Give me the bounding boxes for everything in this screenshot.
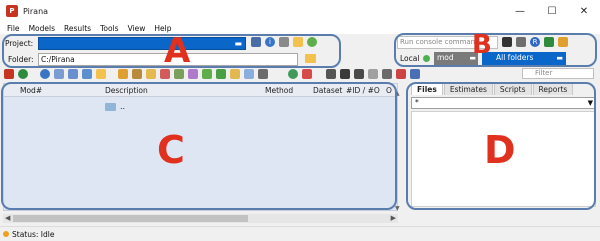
folders-value: All folders (496, 53, 534, 62)
annotation-letter-d: D (484, 128, 516, 172)
delete-icon[interactable] (279, 37, 289, 47)
parent-folder-label: .. (120, 102, 126, 111)
local-label: Local (400, 54, 420, 63)
menu-tools[interactable]: Tools (100, 24, 118, 33)
pirana-window: P Pirana — ☐ ✕ File Models Results Tools… (0, 0, 600, 241)
zip-icon[interactable] (410, 69, 420, 79)
menu-view[interactable]: View (128, 24, 146, 33)
grid-icon[interactable] (68, 69, 78, 79)
status-indicator-icon (3, 231, 9, 237)
project-icons: i (251, 37, 317, 47)
folder-icon (105, 102, 116, 111)
project-row: Project: (5, 36, 33, 50)
nonmem-icon[interactable] (18, 69, 28, 79)
terminal-icon[interactable] (502, 37, 512, 47)
refresh-icon[interactable] (307, 37, 317, 47)
file-filter-value: * (415, 98, 419, 107)
column-header-o[interactable]: O (386, 86, 392, 95)
chevron-down-icon: ▼ (587, 99, 593, 107)
column-header-method[interactable]: Method (265, 86, 293, 95)
console-icons: R (502, 37, 568, 47)
duplicate-icon[interactable] (132, 69, 142, 79)
main-toolbar (0, 67, 600, 81)
folders-select[interactable]: All folders ▬ (482, 52, 566, 65)
new-model-icon[interactable] (54, 69, 64, 79)
info-icon[interactable]: i (265, 37, 275, 47)
window-title: Pirana (23, 6, 49, 16)
menu-bar: File Models Results Tools View Help (0, 22, 600, 34)
filter-input[interactable]: Filter (522, 68, 594, 79)
column-header-mod[interactable]: Mod# (20, 86, 42, 95)
flag-icon[interactable] (96, 69, 106, 79)
pencil-icon[interactable] (146, 69, 156, 79)
save-icon[interactable] (251, 37, 261, 47)
annotation-letter-b: B (472, 30, 492, 60)
project-select[interactable]: ▬ (38, 37, 246, 50)
project-label: Project: (5, 38, 34, 48)
mod-value: mod (437, 53, 454, 62)
annotation-letter-a: A (164, 31, 191, 71)
minimize-button[interactable]: — (504, 0, 536, 22)
refresh-icon[interactable] (288, 69, 298, 79)
title-bar: P Pirana — ☐ ✕ (0, 0, 600, 22)
calculator-icon[interactable] (516, 37, 526, 47)
column-header-id[interactable]: #ID / #O (346, 86, 380, 95)
pirana-logo-icon[interactable] (4, 69, 14, 79)
menu-models[interactable]: Models (29, 24, 55, 33)
forward-icon[interactable] (202, 69, 212, 79)
folder-open-icon[interactable] (293, 37, 303, 47)
column-header-dataset[interactable]: Dataset (313, 86, 342, 95)
menu-file[interactable]: File (7, 24, 20, 33)
menu-results[interactable]: Results (64, 24, 91, 33)
close-button[interactable]: ✕ (568, 0, 600, 22)
model-list-header: Mod# Description Method Dataset #ID / #O… (4, 84, 397, 97)
chart-icon[interactable] (82, 69, 92, 79)
model-list-panel[interactable]: Mod# Description Method Dataset #ID / #O… (3, 83, 398, 211)
execute-icon[interactable] (216, 69, 226, 79)
list-icon[interactable] (258, 69, 268, 79)
chevron-down-icon: ▬ (556, 54, 563, 62)
status-green-icon (423, 55, 430, 62)
excel-icon[interactable] (544, 37, 554, 47)
tab-estimates[interactable]: Estimates (443, 83, 493, 95)
status-bar: Status: Idle (0, 226, 600, 241)
annotation-letter-c: C (157, 128, 185, 172)
status-text: Status: Idle (12, 229, 55, 239)
r-icon[interactable]: R (530, 37, 540, 47)
model-list-hscrollbar[interactable]: ◀ ▶ (3, 214, 398, 223)
star-icon[interactable] (118, 69, 128, 79)
pirana-app-icon: P (6, 5, 18, 17)
scrollbar-thumb[interactable] (13, 215, 248, 222)
home-icon[interactable] (354, 69, 364, 79)
tab-scripts[interactable]: Scripts (493, 83, 532, 95)
file-filter-select[interactable]: * ▼ (411, 97, 596, 109)
scroll-down-arrow[interactable]: ▼ (395, 205, 400, 212)
close-x-icon[interactable] (302, 69, 312, 79)
delete-icon[interactable] (396, 69, 406, 79)
view-icon[interactable] (326, 69, 336, 79)
column-header-description[interactable]: Description (105, 86, 148, 95)
pencil-icon[interactable] (558, 37, 568, 47)
files-panel-tabs: Files Estimates Scripts Reports (411, 83, 574, 95)
folder-label: Folder: (8, 55, 34, 64)
tab-files[interactable]: Files (411, 83, 443, 95)
chevron-down-icon: ▬ (234, 39, 242, 48)
copy-icon[interactable] (368, 69, 378, 79)
maximize-button[interactable]: ☐ (536, 0, 568, 22)
folder-browse-icon[interactable] (305, 54, 316, 63)
table-icon[interactable] (244, 69, 254, 79)
scroll-left-arrow[interactable]: ◀ (5, 214, 10, 222)
parent-folder-row[interactable]: .. (105, 102, 125, 111)
scroll-up-arrow[interactable]: ▲ (395, 90, 400, 97)
window-controls: — ☐ ✕ (504, 0, 600, 22)
settings-icon[interactable] (340, 69, 350, 79)
info-icon[interactable] (40, 69, 50, 79)
document-icon[interactable] (230, 69, 240, 79)
tab-reports[interactable]: Reports (532, 83, 574, 95)
scroll-right-arrow[interactable]: ▶ (391, 214, 396, 222)
paste-icon[interactable] (382, 69, 392, 79)
